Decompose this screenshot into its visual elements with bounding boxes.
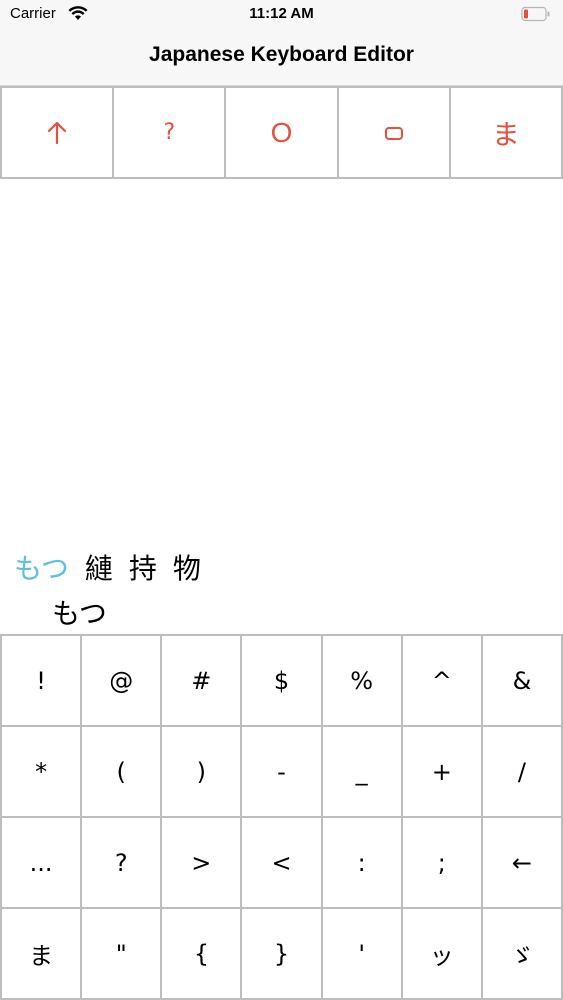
navigation-bar: Japanese Keyboard Editor — [0, 28, 563, 86]
key-hash[interactable]: # — [162, 636, 243, 727]
key-question[interactable]: ? — [82, 818, 163, 909]
status-bar: Carrier 11:12 AM — [0, 0, 563, 28]
hiragana-ma-label: ま — [491, 117, 520, 151]
candidate-item[interactable]: もつ — [14, 547, 69, 587]
up-arrow-button[interactable] — [0, 86, 115, 179]
key-less-than[interactable]: < — [242, 818, 323, 909]
key-semicolon[interactable]: ; — [402, 818, 483, 909]
key-left-brace[interactable]: { — [162, 909, 243, 1000]
key-slash[interactable]: / — [482, 727, 563, 818]
symbol-keyboard: ! @ # $ % ^ & * ( ) - _ + / ... ? > < : … — [0, 634, 563, 1000]
key-underscore[interactable]: _ — [322, 727, 403, 818]
key-right-brace[interactable]: } — [242, 909, 323, 1000]
key-backspace[interactable]: ← — [482, 818, 563, 909]
key-hiragana-ma[interactable]: ま — [2, 909, 83, 1000]
key-exclamation[interactable]: ! — [2, 636, 83, 727]
key-iteration-mark[interactable]: ゞ — [482, 909, 563, 1000]
rectangle-button[interactable] — [336, 86, 451, 179]
key-double-quote[interactable]: " — [82, 909, 163, 1000]
key-percent[interactable]: % — [322, 636, 403, 727]
key-katakana-small-tsu[interactable]: ッ — [402, 909, 483, 1000]
battery-low-icon — [521, 6, 551, 22]
rounded-rectangle-icon — [384, 125, 404, 141]
key-apostrophe[interactable]: ' — [322, 909, 403, 1000]
key-ellipsis[interactable]: ... — [2, 818, 83, 909]
key-colon[interactable]: : — [322, 818, 403, 909]
circle-o-icon: O — [270, 116, 293, 148]
key-right-paren[interactable]: ) — [162, 727, 243, 818]
reading-text: もつ — [52, 597, 107, 630]
key-caret[interactable]: ^ — [402, 636, 483, 727]
candidate-item[interactable]: 持 — [129, 547, 157, 587]
up-arrow-icon — [46, 120, 68, 146]
hiragana-ma-button[interactable]: ま — [448, 86, 563, 179]
editor-toolbar: ? O ま — [0, 86, 563, 179]
key-greater-than[interactable]: > — [162, 818, 243, 909]
key-dollar[interactable]: $ — [242, 636, 323, 727]
candidate-item[interactable]: 縺 — [85, 547, 113, 587]
key-asterisk[interactable]: * — [2, 727, 83, 818]
key-ampersand[interactable]: & — [482, 636, 563, 727]
page-title: Japanese Keyboard Editor — [149, 43, 414, 66]
key-left-paren[interactable]: ( — [82, 727, 163, 818]
candidate-item[interactable]: 物 — [173, 547, 201, 587]
key-plus[interactable]: + — [402, 727, 483, 818]
key-hyphen[interactable]: - — [242, 727, 323, 818]
circle-o-button[interactable]: O — [224, 86, 339, 179]
status-time: 11:12 AM — [249, 5, 314, 22]
conversion-candidates: もつ 縺 持 物 — [14, 545, 217, 589]
question-button[interactable]: ? — [112, 86, 227, 179]
question-icon: ? — [163, 120, 176, 145]
key-at[interactable]: @ — [82, 636, 163, 727]
